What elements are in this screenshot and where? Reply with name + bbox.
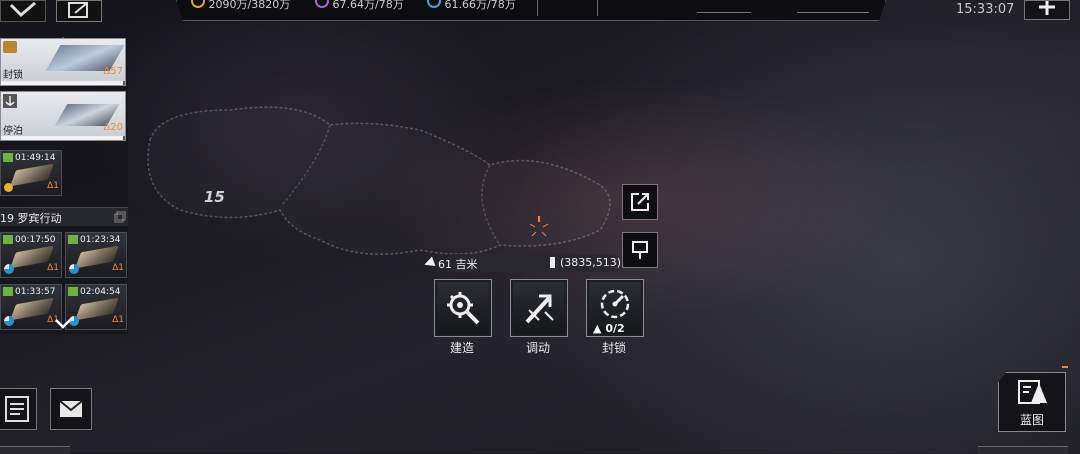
blockade-counter-text: 0/2 (605, 322, 625, 335)
hammer-arrow-icon (525, 294, 554, 324)
gauge-icon (600, 289, 630, 319)
coordinates-text: (3835,513) (560, 256, 622, 269)
blueprint-button[interactable]: 蓝图 (998, 372, 1066, 432)
wrench-gear-icon (447, 292, 480, 325)
caret-up-icon: ▲ (593, 322, 602, 335)
blueprint-icon (1018, 380, 1047, 404)
distance-text: 61 吉米 (438, 258, 478, 271)
dispatch-button[interactable] (510, 279, 568, 337)
notes-icon (5, 396, 29, 422)
location-info-strip: 61 吉米 (3835,513) (420, 254, 621, 272)
blueprint-label: 蓝图 (1019, 413, 1044, 427)
build-label: 建造 (449, 341, 474, 355)
share-icon (631, 193, 649, 211)
mail-button[interactable] (50, 388, 92, 430)
mark-location-button[interactable] (622, 232, 658, 268)
blockade-button[interactable]: ▲ 0/2 (586, 279, 644, 337)
target-marker-icon[interactable] (526, 214, 552, 240)
region-number: 15 (204, 188, 225, 206)
mail-icon (59, 400, 83, 417)
dispatch-label: 调动 (525, 341, 550, 355)
marker-icon (632, 241, 648, 259)
build-button[interactable] (434, 279, 492, 337)
pin-stem (552, 261, 553, 268)
blockade-counter: ▲ 0/2 (593, 322, 625, 335)
share-button[interactable] (622, 184, 658, 220)
direction-icon (422, 256, 436, 270)
blueprint-accent (1062, 366, 1068, 368)
notes-button[interactable] (0, 388, 37, 430)
blockade-action-label: 封锁 (601, 341, 626, 355)
